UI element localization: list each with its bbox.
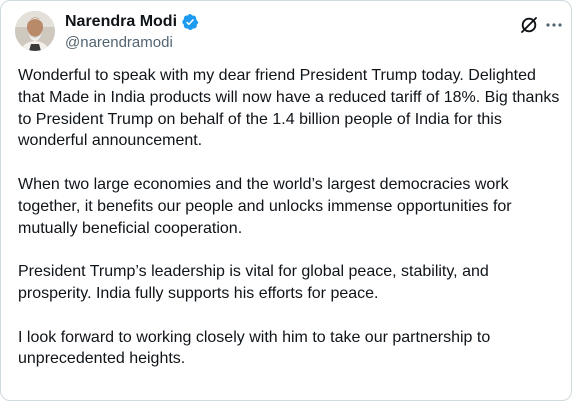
tweet-paragraph: I look forward to working closely with h…: [18, 328, 491, 368]
tweet-text: Wonderful to speak with my dear friend P…: [18, 65, 563, 370]
display-name[interactable]: Narendra Modi: [65, 13, 177, 31]
verified-badge-icon: [181, 13, 199, 31]
user-handle[interactable]: @narendramodi: [65, 34, 173, 52]
tweet-card: Narendra Modi @narendramodi Wonderful to…: [0, 0, 572, 401]
avatar-photo: [15, 11, 55, 51]
tweet-paragraph: When two large economies and the world’s…: [18, 175, 512, 237]
tweet-paragraph: President Trump’s leadership is vital fo…: [18, 263, 489, 302]
more-options-icon[interactable]: [544, 15, 564, 35]
name-row: Narendra Modi: [65, 13, 199, 31]
grok-icon[interactable]: [519, 15, 539, 35]
avatar[interactable]: [15, 11, 55, 51]
tweet-header: Narendra Modi @narendramodi: [1, 1, 571, 61]
tweet-paragraph: Wonderful to speak with my dear friend P…: [18, 67, 560, 150]
